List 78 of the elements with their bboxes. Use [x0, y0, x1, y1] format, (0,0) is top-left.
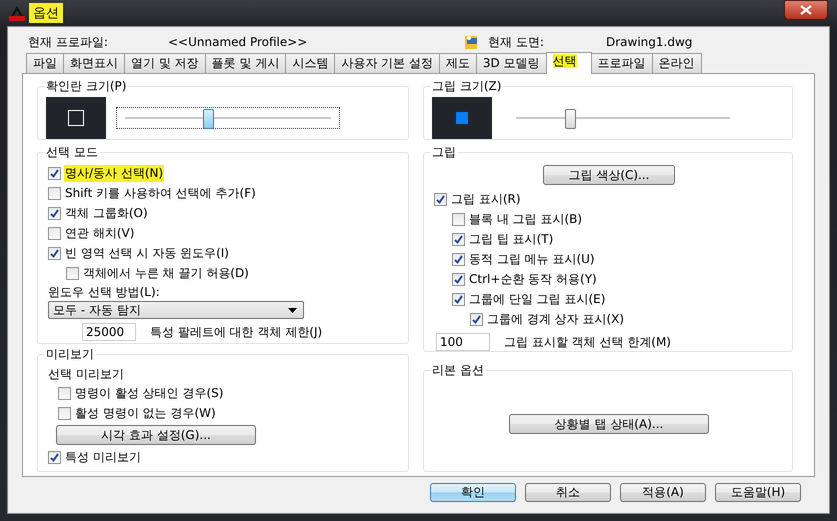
tab[interactable]: 선택 [546, 52, 592, 74]
checkbox[interactable] [452, 272, 465, 286]
tab[interactable]: 플롯 및 게시 [204, 53, 286, 73]
group-label: 확인란 크기(P) [45, 78, 128, 95]
tab[interactable]: 온라인 [652, 53, 702, 73]
checkbox[interactable] [452, 292, 465, 306]
checkbox[interactable] [48, 206, 61, 220]
checkbox-label: 특성 미리보기 [64, 448, 142, 466]
profile-name: <<Unnamed Profile>> [168, 35, 308, 49]
group-label: 미리보기 [45, 346, 95, 363]
checkbox[interactable] [48, 186, 61, 200]
dropdown[interactable]: 모두 - 자동 탐지 [48, 301, 304, 319]
dialog-button[interactable]: 도움말(H) [715, 483, 801, 502]
tab[interactable]: 파일 [26, 53, 64, 73]
drawing-file-icon [464, 34, 480, 50]
input-field[interactable]: 25000 [82, 323, 136, 341]
checkbox-label: 명령이 활성 상태인 경우(S) [74, 384, 224, 402]
checkbox[interactable] [48, 246, 61, 260]
dialog-button[interactable]: 적용(A) [620, 483, 706, 502]
tab[interactable]: 열기 및 저장 [124, 53, 206, 73]
tab[interactable]: 시스템 [285, 53, 336, 73]
checkbox[interactable] [58, 406, 71, 420]
checkbox[interactable] [58, 386, 71, 400]
tab[interactable]: 사용자 기본 설정 [334, 53, 440, 73]
checkbox[interactable] [470, 312, 483, 326]
drawing-label: 현재 도면: [488, 34, 545, 50]
section-label: 선택 미리보기 [48, 366, 125, 383]
checkbox[interactable] [48, 226, 61, 240]
checkbox-label: Ctrl+순환 동작 허용(Y) [468, 270, 598, 288]
tab[interactable]: 제도 [438, 53, 477, 73]
profile-label: 현재 프로파일: [27, 34, 109, 50]
checkbox-label: 객체에서 누른 채 끌기 허용(D) [82, 264, 250, 282]
checkbox[interactable] [452, 232, 465, 246]
group-label: 선택 모드 [45, 144, 99, 161]
close-button[interactable] [784, 0, 828, 20]
pickbox-preview [46, 97, 106, 139]
group-label: 그립 크기(Z) [431, 78, 502, 95]
checkbox-label: 활성 명령이 없는 경우(W) [74, 404, 217, 422]
checkbox[interactable] [66, 266, 79, 280]
checkbox[interactable] [452, 212, 465, 226]
checkbox-label: 블록 내 그립 표시(B) [468, 210, 584, 228]
slider-track[interactable] [116, 107, 340, 129]
dialog-button[interactable]: 취소 [525, 483, 611, 502]
checkbox-label: 명사/동사 선택(N) [64, 164, 164, 182]
checkbox-label: 객체 그룹화(O) [64, 204, 149, 222]
window-title: 옵션 [29, 3, 63, 23]
caret-icon [288, 308, 297, 312]
tab[interactable]: 3D 모델링 [476, 53, 547, 73]
slider-thumb[interactable] [203, 109, 214, 129]
contextual-tab-button[interactable]: 상황별 탭 상태(A)... [509, 414, 709, 434]
field-label: 그립 표시할 객체 선택 한계(M) [504, 334, 671, 350]
checkbox-label: 그룹에 단일 그립 표시(E) [468, 290, 606, 308]
checkbox-label: 그룹에 경계 상자 표시(X) [486, 310, 626, 328]
slider-thumb[interactable] [565, 109, 576, 129]
checkbox-label: 그립 팁 표시(T) [468, 230, 554, 248]
group-label: 그립 [431, 144, 457, 161]
grip-preview [432, 97, 492, 139]
field-label: 윈도우 선택 방법(L): [48, 284, 161, 301]
field-label: 특성 팔레트에 대한 객체 제한(J) [150, 324, 322, 340]
checkbox-label: 동적 그립 메뉴 표시(U) [468, 250, 596, 268]
dialog-button[interactable]: 확인 [430, 483, 516, 502]
checkbox[interactable] [434, 192, 447, 206]
app-logo-icon [9, 5, 25, 21]
checkbox[interactable] [48, 166, 61, 180]
group-label: 리본 옵션 [431, 362, 485, 379]
checkbox[interactable] [48, 450, 61, 464]
checkbox-label: 빈 영역 선택 시 자동 윈도우(I) [64, 244, 230, 262]
checkbox-label: 연관 해치(V) [64, 224, 136, 242]
input-field[interactable]: 100 [436, 333, 490, 351]
checkbox-label: Shift 키를 사용하여 선택에 추가(F) [64, 184, 257, 202]
checkbox-label: 그립 표시(R) [450, 190, 522, 208]
visual-effects-button[interactable]: 시각 효과 설정(G)... [56, 425, 256, 445]
tab[interactable]: 화면표시 [63, 53, 125, 73]
tab[interactable]: 프로파일 [590, 53, 653, 73]
grip-color-button[interactable]: 그립 색상(C)... [543, 165, 675, 185]
close-icon [800, 5, 812, 15]
drawing-name: Drawing1.dwg [606, 35, 692, 49]
checkbox[interactable] [452, 252, 465, 266]
